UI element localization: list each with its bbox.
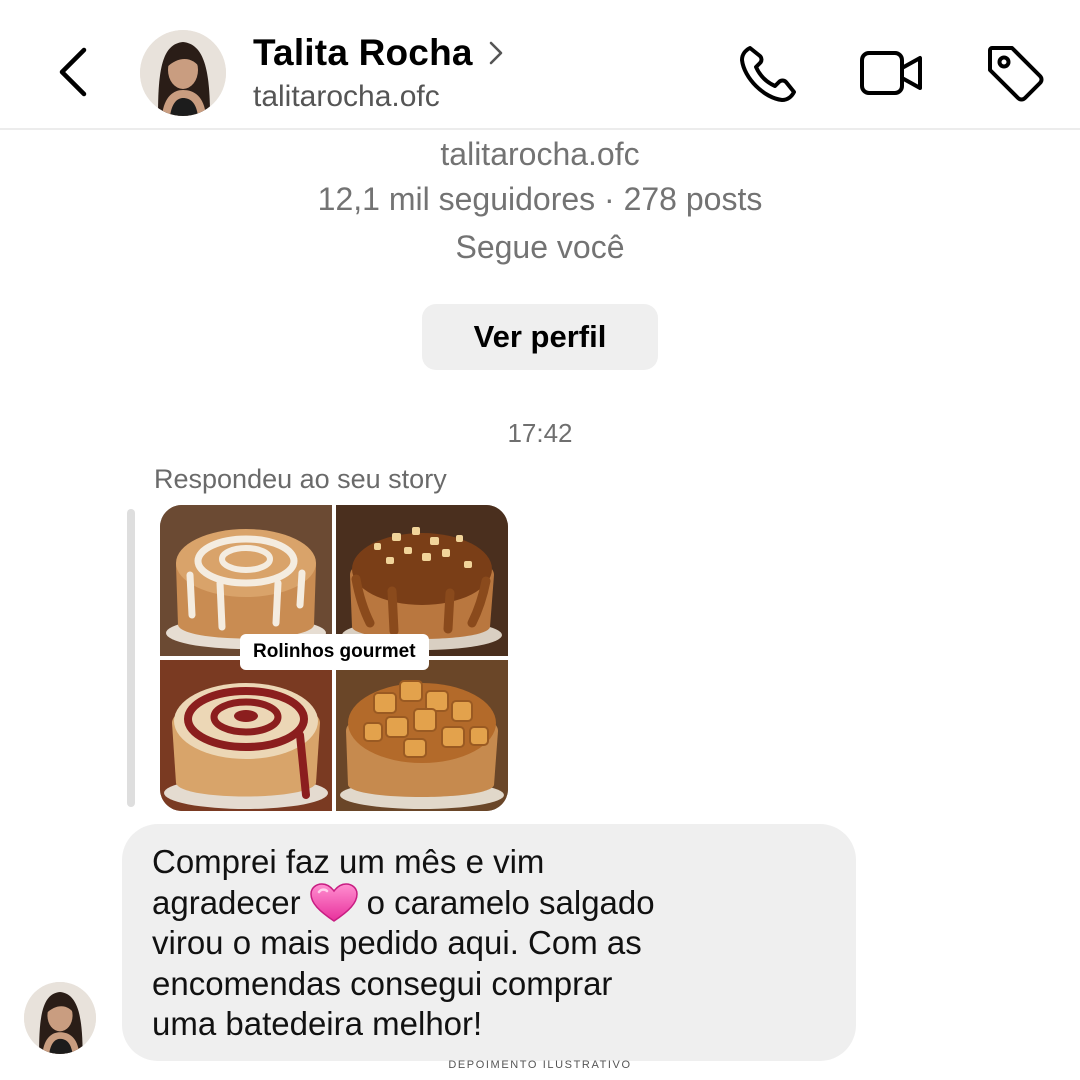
message-bubble[interactable]: Comprei faz um mês e vim agradecer o car… xyxy=(122,824,856,1061)
message-timestamp: 17:42 xyxy=(507,418,573,448)
message-line: encomendas consegui comprar xyxy=(152,964,613,1002)
sender-avatar[interactable] xyxy=(24,982,96,1054)
reply-quote-bar xyxy=(127,509,135,807)
chevron-right-icon xyxy=(489,41,502,65)
profile-handle: talitarocha.ofc xyxy=(440,136,640,172)
message-line: agradecer o caramelo salgado xyxy=(152,882,828,924)
story-reply-label: Respondeu ao seu story xyxy=(154,464,447,494)
message-text: o caramelo salgado xyxy=(366,883,655,921)
story-thumbnail[interactable]: Rolinhos gourmet xyxy=(160,505,508,811)
view-profile-button[interactable]: Ver perfil xyxy=(422,304,658,370)
chat-title[interactable]: Talita Rocha talitarocha.ofc xyxy=(253,32,505,114)
profile-summary: talitarocha.ofc 12,1 mil seguidores · 27… xyxy=(0,134,1080,270)
avatar[interactable] xyxy=(140,30,226,116)
contact-name[interactable]: Talita Rocha xyxy=(253,32,473,74)
pink-heart-icon xyxy=(309,882,358,922)
tag-icon[interactable] xyxy=(982,40,1048,106)
message-line: uma batedeira melhor! xyxy=(152,1005,483,1042)
message-text: agradecer xyxy=(152,883,301,921)
story-caption: Rolinhos gourmet xyxy=(240,634,429,670)
message-line: Comprei faz um mês e vim xyxy=(152,843,545,880)
chat-header: Talita Rocha talitarocha.ofc xyxy=(0,0,1080,130)
contact-handle: talitarocha.ofc xyxy=(253,80,440,113)
follows-you-label: Segue você xyxy=(455,229,625,265)
profile-stats: 12,1 mil seguidores · 278 posts xyxy=(317,181,763,217)
chevron-left-icon[interactable] xyxy=(52,44,92,100)
phone-icon[interactable] xyxy=(736,40,802,106)
message-line: virou o mais pedido aqui. Com as xyxy=(152,924,642,961)
illustrative-testimonial-note: DEPOIMENTO ILUSTRATIVO xyxy=(448,1059,632,1071)
video-camera-icon[interactable] xyxy=(858,40,924,106)
